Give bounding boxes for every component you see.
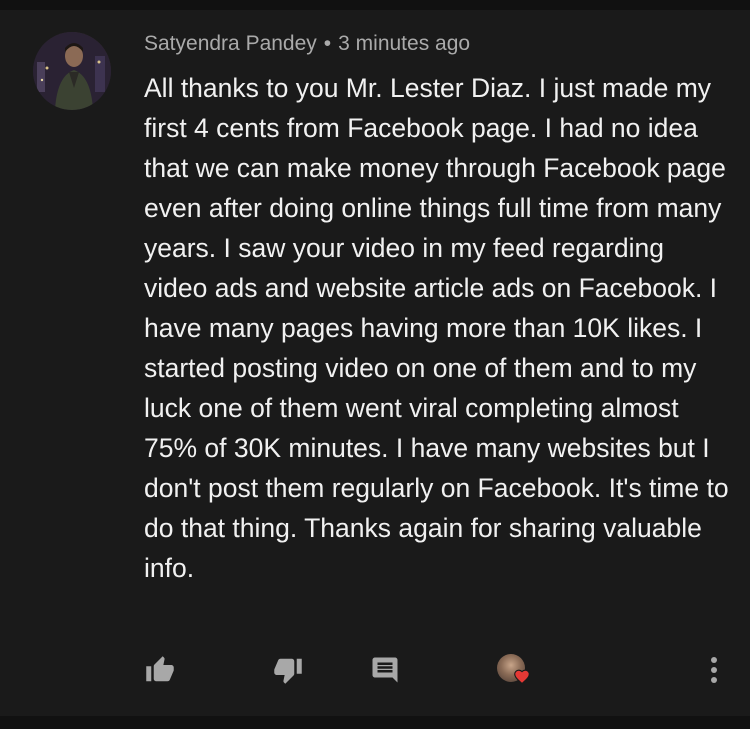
header-separator: •: [323, 32, 332, 55]
comment-timestamp[interactable]: 3 minutes ago: [338, 32, 470, 55]
like-button[interactable]: [142, 650, 178, 690]
comment-card: Satyendra Pandey • 3 minutes ago All thank…: [0, 10, 750, 716]
bottom-divider: [0, 716, 750, 729]
reply-button[interactable]: [368, 650, 402, 690]
comment-text: All thanks to you Mr. Lester Diaz. I jus…: [144, 73, 729, 583]
more-vertical-icon: [711, 657, 717, 683]
thumbs-down-icon: [274, 658, 302, 684]
dislike-button[interactable]: [270, 650, 306, 690]
comment-actions: [0, 650, 750, 690]
comment-header: Satyendra Pandey • 3 minutes ago: [144, 32, 470, 56]
author-name[interactable]: Satyendra Pandey: [144, 32, 317, 55]
top-divider: [0, 0, 750, 10]
thumbs-up-icon: [146, 656, 174, 682]
more-options-button[interactable]: [700, 650, 728, 690]
creator-heart-icon[interactable]: [497, 654, 531, 686]
heart-icon: [514, 669, 530, 684]
avatar-photo: [33, 32, 111, 110]
author-avatar[interactable]: [33, 32, 111, 110]
comment-icon: [372, 657, 398, 683]
